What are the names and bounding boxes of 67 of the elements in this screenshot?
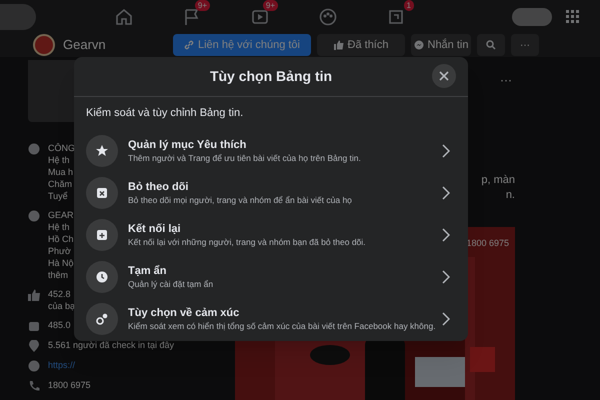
close-button[interactable] [432,64,456,88]
chevron-right-icon [442,270,450,284]
liked-button[interactable]: Đã thích [317,34,405,56]
messenger-icon [414,40,424,50]
calendar-x-icon [95,186,109,200]
message-button[interactable]: Nhắn tin [411,34,471,56]
option-row[interactable]: Bỏ theo dõi Bỏ theo dõi mọi người, trang và nhóm để ẩn bài viết của họ [82,172,460,214]
reaction-icon [95,312,109,326]
about-text: 5.561 người đã check in tại đây [48,339,174,351]
option-title: Tùy chọn về cảm xúc [128,306,240,320]
post-text: n. [506,188,515,203]
link-icon [184,40,194,50]
option-row[interactable]: Quản lý mục Yêu thích Thêm người và Trang để ưu tiên bài viết của họ trên Bảng tin. [82,130,460,172]
notification-badge: 9+ [194,0,210,10]
about-text: 485.0 [48,319,71,331]
menu-grid-icon[interactable] [566,10,580,24]
banner-phone: 1800 6975 [466,237,509,250]
location-pin-icon [28,340,40,352]
about-text: CÔNG [48,142,75,154]
about-text: Hệ th [48,221,71,233]
chevron-right-icon [442,144,450,158]
close-icon [439,71,449,81]
more-button[interactable]: ··· [511,34,539,56]
option-title: Tạm ẩn [128,264,168,278]
home-icon[interactable] [114,6,134,26]
dialog-title: Tùy chọn Bảng tin [210,67,332,86]
chevron-right-icon [442,228,450,242]
search-icon [486,40,496,50]
option-title: Bỏ theo dõi [128,180,190,194]
option-description: Quản lý cài đặt tạm ẩn [128,278,214,290]
dialog-subtitle: Kiểm soát và tùy chỉnh Bảng tin. [85,106,244,121]
about-text: Hà Nộ [48,257,74,269]
about-text: Chăm [48,178,74,190]
option-row[interactable]: Kết nối lại Kết nối lại với những người, trang và nhóm bạn đã bỏ theo dõi. [82,214,460,256]
profile-avatar[interactable] [512,8,552,26]
star-icon [95,144,109,158]
about-text: GEAR [48,209,74,221]
page-avatar[interactable] [33,34,55,56]
page-name[interactable]: Gearvn [63,35,153,55]
chevron-right-icon [442,186,450,200]
about-text: Hệ th [48,154,71,166]
more-icon[interactable]: ··· [500,71,512,127]
about-text: thêm [48,269,70,281]
search-button[interactable] [477,34,505,56]
phone-icon [28,380,40,392]
about-text: Phườ [48,245,72,257]
option-title: Kết nối lại [128,222,182,236]
about-text: Tuyể [48,190,69,202]
about-text: Mua h [48,166,74,178]
option-row[interactable]: Tùy chọn về cảm xúc Kiểm soát xem có hiển thị tổng số cảm xúc của bài viết trên Facebook hay không. [82,298,460,340]
group-icon[interactable] [318,6,338,26]
option-description: Thêm người và Trang để ưu tiên bài viết của họ trên Bảng tin. [128,152,362,164]
about-text: Hồ Ch [48,233,74,245]
thumbs-up-icon [334,40,344,50]
about-text: 452.8 [48,288,72,300]
chevron-right-icon [442,312,450,326]
notification-badge: 1 [404,0,414,10]
option-row[interactable]: Tạm ẩn Quản lý cài đặt tạm ẩn [82,256,460,298]
about-text: 1800 6975 [48,379,91,391]
option-description: Kết nối lại với những người, trang và nhóm bạn đã bỏ theo dõi. [128,236,367,248]
thumbs-up-icon [28,289,40,301]
post-text: p, màn [481,173,515,188]
clock-icon [95,270,109,284]
calendar-plus-icon [95,228,109,242]
notification-badge: 9+ [262,0,278,10]
option-title: Quản lý mục Yêu thích [128,138,248,152]
option-description: Bỏ theo dõi mọi người, trang và nhóm để ẩn bài viết của họ [128,194,353,206]
